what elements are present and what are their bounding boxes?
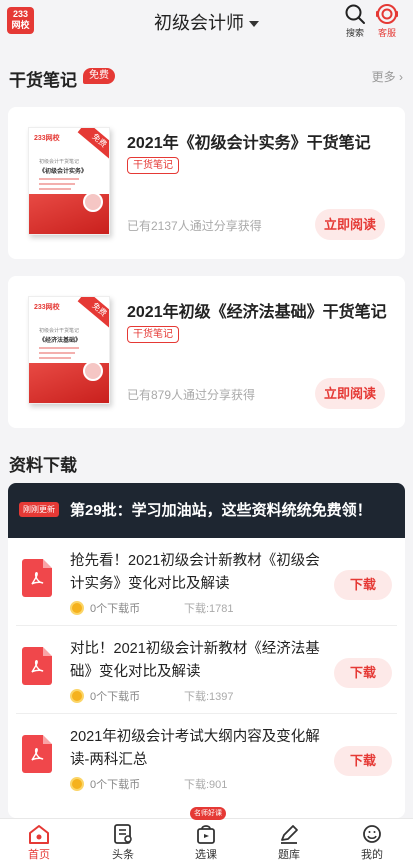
note-card[interactable]: 233网校 免费 初级会计干货笔记 《初级会计实务》 2021年《初级会计实务》… (8, 107, 405, 259)
caret-down-icon (249, 21, 259, 28)
download-count: 下载:1781 (184, 603, 234, 615)
more-label: 更多 (371, 70, 396, 84)
coin-icon (70, 601, 84, 615)
pdf-icon (22, 647, 52, 685)
read-now-button[interactable]: 立即阅读 (315, 209, 385, 240)
book-name: 《经济法基础》 (39, 338, 82, 344)
profile-icon (363, 825, 381, 843)
downloads-section-title: 资料下载 (9, 456, 77, 475)
downloads-panel: 刚刚更新 第29批：学习加油站，这些资料统统免费领！ 抢先看！2021初级会计新… (8, 483, 405, 818)
search-label: 搜索 (345, 28, 364, 38)
nav-news[interactable]: 头条 (93, 823, 153, 862)
note-card[interactable]: 233网校 免费 初级会计干货笔记 《经济法基础》 2021年初级《经济法基础》… (8, 276, 405, 428)
download-count: 下载:1397 (184, 691, 234, 703)
book-name: 《初级会计实务》 (39, 169, 88, 175)
exam-selector-label: 初级会计师 (154, 13, 244, 33)
coin-icon (70, 777, 84, 791)
download-cost: 0个下载币 (90, 779, 141, 791)
nav-label: 题库 (278, 849, 300, 861)
download-item[interactable]: 2021年初级会计考试大纲内容及变化解读-两科汇总 0个下载币 下载:901 下… (8, 714, 405, 802)
downloads-banner[interactable]: 刚刚更新 第29批：学习加油站，这些资料统统免费领！ (8, 483, 405, 538)
app-header: 233 网校 初级会计师 搜索 客服 (0, 0, 413, 44)
nav-label: 选课 (195, 849, 217, 861)
note-title: 2021年初级《经济法基础》干货笔记 (127, 304, 387, 321)
book-subtitle: 初级会计干货笔记 (39, 159, 80, 165)
courses-promo-badge: 名师好课 (190, 807, 226, 820)
search-button[interactable]: 搜索 (340, 3, 370, 39)
chevron-right-icon: › (399, 70, 403, 84)
download-title: 抢先看！2021初级会计新教材《初级会计实务》变化对比及解读 (70, 553, 320, 592)
pen-icon (281, 825, 298, 844)
coin-icon (70, 689, 84, 703)
book-logo: 233网校 (34, 135, 60, 142)
service-label: 客服 (377, 28, 396, 38)
pdf-icon (22, 735, 52, 773)
news-icon (114, 824, 132, 844)
download-item[interactable]: 对比！2021初级会计新教材《经济法基础》变化对比及解读 0个下载币 下载:13… (8, 626, 405, 714)
free-badge: 免费 (83, 68, 115, 84)
more-notes-link[interactable]: 更多 › (372, 68, 403, 85)
note-tag: 干货笔记 (127, 326, 179, 343)
new-update-badge: 刚刚更新 (19, 502, 59, 517)
customer-service-button[interactable]: 客服 (372, 3, 402, 39)
home-icon (29, 825, 49, 844)
download-item[interactable]: 抢先看！2021初级会计新教材《初级会计实务》变化对比及解读 0个下载币 下载:… (8, 538, 405, 626)
book-subtitle: 初级会计干货笔记 (39, 328, 80, 334)
book-logo: 233网校 (34, 304, 60, 311)
search-icon (345, 4, 365, 24)
notes-section-title: 干货笔记 (9, 71, 77, 90)
book-seal-icon (83, 192, 103, 212)
note-shared-count: 已有2137人通过分享获得 (127, 219, 262, 233)
banner-text: 第29批：学习加油站，这些资料统统免费领！ (70, 502, 372, 519)
download-count: 下载:901 (184, 779, 228, 791)
pdf-icon (22, 559, 52, 597)
book-cover-image: 233网校 免费 初级会计干货笔记 《初级会计实务》 (28, 127, 110, 235)
nav-label: 我的 (361, 849, 383, 861)
bottom-navigation: 首页 头条 选课 题库 我的 (0, 818, 413, 866)
download-button[interactable]: 下载 (334, 746, 392, 776)
note-tag: 干货笔记 (127, 157, 179, 174)
book-seal-icon (83, 361, 103, 381)
download-cost: 0个下载币 (90, 691, 141, 703)
nav-label: 头条 (112, 849, 134, 861)
note-title: 2021年《初级会计实务》干货笔记 (127, 135, 371, 152)
nav-profile[interactable]: 我的 (342, 823, 402, 862)
read-now-button[interactable]: 立即阅读 (315, 378, 385, 409)
download-title: 2021年初级会计考试大纲内容及变化解读-两科汇总 (70, 729, 320, 768)
headset-icon (376, 4, 398, 24)
nav-question-bank[interactable]: 题库 (259, 823, 319, 862)
nav-label: 首页 (28, 849, 50, 861)
note-shared-count: 已有879人通过分享获得 (127, 388, 256, 402)
download-button[interactable]: 下载 (334, 570, 392, 600)
download-button[interactable]: 下载 (334, 658, 392, 688)
download-title: 对比！2021初级会计新教材《经济法基础》变化对比及解读 (70, 641, 320, 680)
download-cost: 0个下载币 (90, 603, 141, 615)
course-bag-icon (197, 825, 215, 844)
nav-courses[interactable]: 选课 (176, 823, 236, 862)
book-cover-image: 233网校 免费 初级会计干货笔记 《经济法基础》 (28, 296, 110, 404)
nav-home[interactable]: 首页 (9, 823, 69, 862)
